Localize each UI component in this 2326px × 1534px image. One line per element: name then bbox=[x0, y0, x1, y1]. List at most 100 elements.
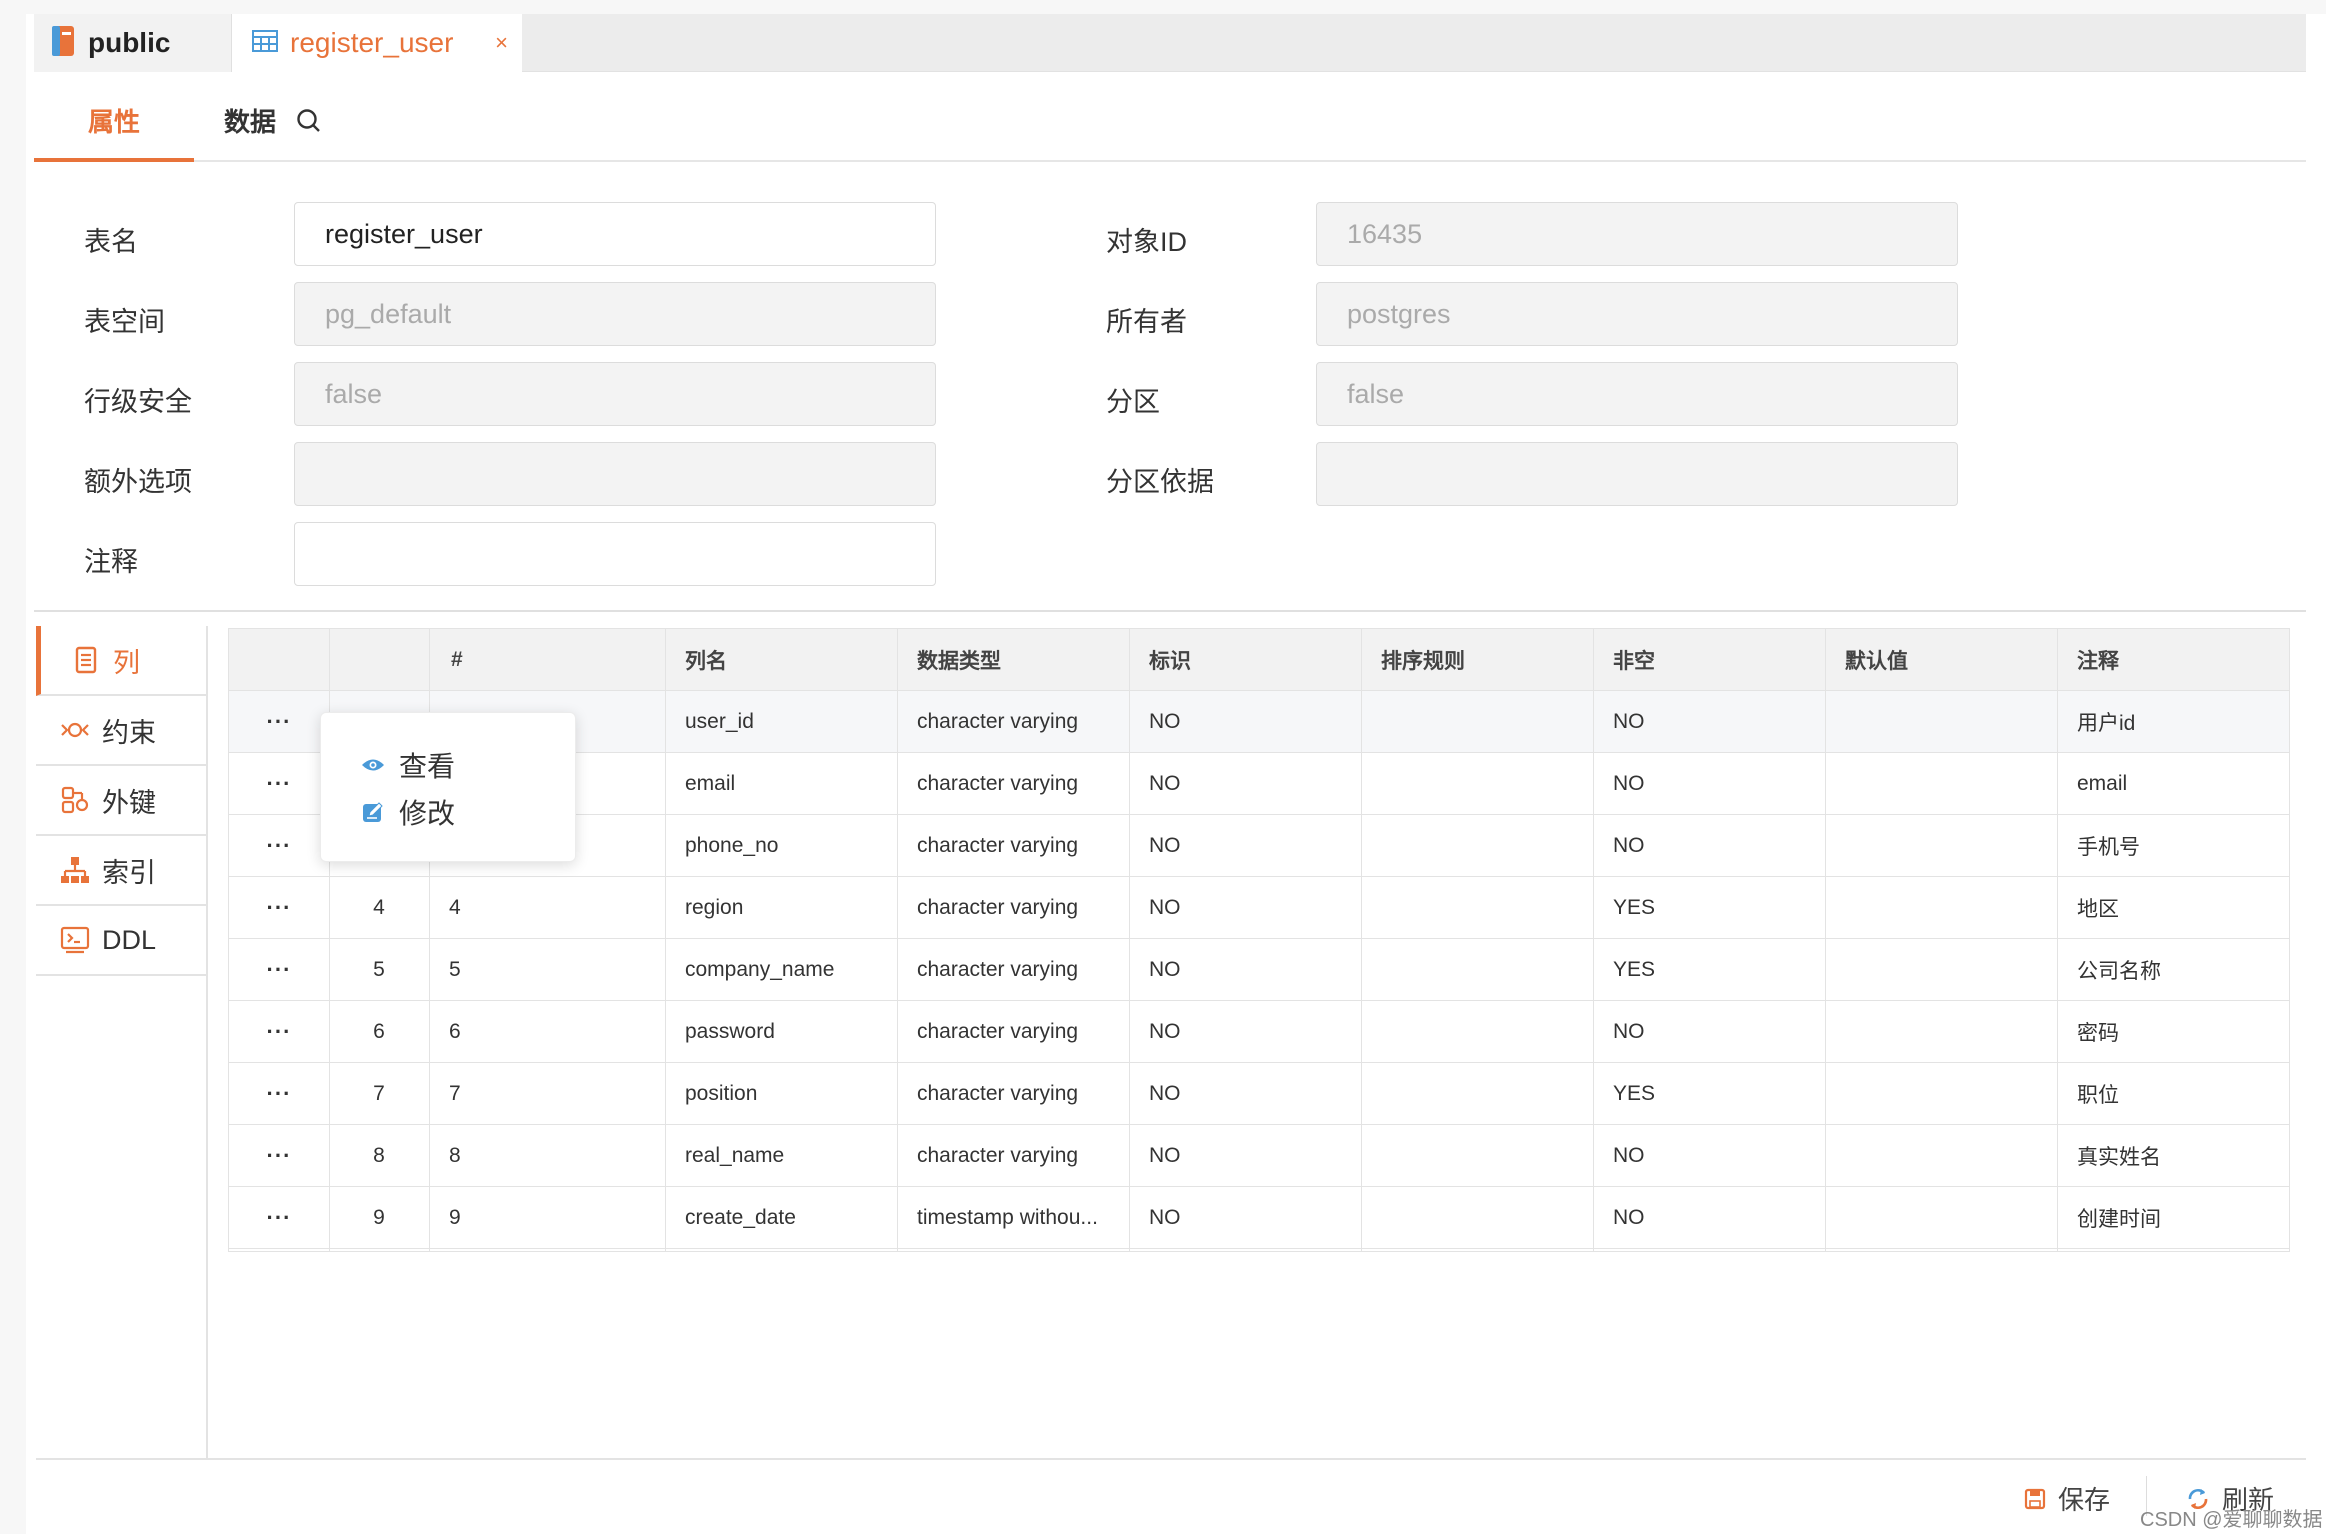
table-row[interactable]: ··· 4 4 region character varying NO YES 地区 bbox=[229, 877, 2289, 939]
row-index: 6 bbox=[373, 1020, 385, 1043]
cell-identity: NO bbox=[1149, 772, 1181, 795]
row-index: 9 bbox=[373, 1206, 385, 1229]
row-menu-button[interactable]: ··· bbox=[229, 691, 329, 753]
cell-not-null: YES bbox=[1613, 896, 1656, 919]
side-item-constraints[interactable]: 约束 bbox=[36, 696, 206, 766]
row-index: 7 bbox=[373, 1082, 385, 1105]
row-menu-button[interactable]: ··· bbox=[229, 1001, 329, 1063]
side-item-columns-label: 列 bbox=[113, 647, 140, 678]
row-menu-button[interactable]: ··· bbox=[229, 1187, 329, 1249]
list-icon bbox=[69, 643, 103, 677]
ddl-icon bbox=[58, 923, 92, 957]
cell-comment: 公司名称 bbox=[2077, 960, 2161, 983]
row-menu-button[interactable]: ··· bbox=[229, 1125, 329, 1187]
table-row[interactable]: ··· 7 7 position character varying NO YES 职位 bbox=[229, 1063, 2289, 1125]
col-divider bbox=[2057, 629, 2058, 1251]
partition-basis-input[interactable] bbox=[1316, 442, 1958, 506]
cell-data-type: character varying bbox=[917, 958, 1079, 981]
header-hash: # bbox=[451, 648, 463, 671]
table-header: # 列名 数据类型 标识 排序规则 非空 默认值 注释 bbox=[229, 629, 2289, 691]
header-not-null: 非空 bbox=[1613, 650, 1655, 673]
foreign-key-icon bbox=[58, 783, 92, 817]
col-divider bbox=[1825, 629, 1826, 1251]
row-menu-button[interactable]: ··· bbox=[229, 815, 329, 877]
tab-bar: public register_user × bbox=[34, 14, 2306, 72]
comment-input[interactable] bbox=[294, 522, 936, 586]
side-item-ddl-label: DDL bbox=[102, 924, 157, 955]
side-item-columns[interactable]: 列 bbox=[36, 626, 206, 696]
table-name-input[interactable]: register_user bbox=[294, 202, 936, 266]
side-item-ddl[interactable]: DDL bbox=[36, 906, 206, 976]
cell-position: 9 bbox=[449, 1206, 461, 1229]
tab-register-user[interactable]: register_user × bbox=[232, 14, 522, 72]
cell-collation bbox=[1361, 1125, 1593, 1187]
row-context-menu: 查看 修改 bbox=[320, 712, 576, 862]
row-security-label: 行级安全 bbox=[84, 387, 192, 417]
row-menu-button[interactable]: ··· bbox=[229, 753, 329, 815]
cell-collation bbox=[1361, 753, 1593, 815]
side-item-indexes[interactable]: 索引 bbox=[36, 836, 206, 906]
search-icon[interactable] bbox=[296, 108, 322, 139]
cell-comment: 创建时间 bbox=[2077, 1208, 2161, 1231]
side-item-foreign-keys[interactable]: 外键 bbox=[36, 766, 206, 836]
cell-column-name: password bbox=[685, 1020, 775, 1043]
sub-tab-bar: 属性 数据 bbox=[34, 72, 2306, 162]
cell-column-name: company_name bbox=[685, 958, 835, 981]
side-item-indexes-label: 索引 bbox=[102, 857, 156, 888]
tab-public[interactable]: public bbox=[34, 14, 232, 72]
save-button-label: 保存 bbox=[2058, 1485, 2111, 1515]
table-row[interactable]: ··· 5 5 company_name character varying NO YES 公… bbox=[229, 939, 2289, 1001]
partition-label: 分区 bbox=[1106, 387, 1160, 417]
cell-data-type: timestamp withou... bbox=[917, 1206, 1098, 1229]
cell-identity: NO bbox=[1149, 1144, 1181, 1167]
menu-item-view[interactable]: 查看 bbox=[361, 740, 455, 790]
cell-default bbox=[1825, 1001, 2057, 1063]
active-tab-indicator bbox=[34, 158, 194, 162]
header-identity: 标识 bbox=[1149, 650, 1191, 673]
cell-identity: NO bbox=[1149, 1020, 1181, 1043]
cell-identity: NO bbox=[1149, 1082, 1181, 1105]
tablespace-label: 表空间 bbox=[84, 307, 165, 337]
table-row[interactable]: ··· 8 8 real_name character varying NO NO 真实姓名 bbox=[229, 1125, 2289, 1187]
cell-default bbox=[1825, 815, 2057, 877]
cell-comment: 密码 bbox=[2077, 1022, 2119, 1045]
cell-not-null: YES bbox=[1613, 958, 1656, 981]
partition-input[interactable]: false bbox=[1316, 362, 1958, 426]
cell-column-name: user_id bbox=[685, 710, 754, 733]
tab-properties[interactable]: 属性 bbox=[88, 102, 140, 139]
row-menu-button[interactable]: ··· bbox=[229, 877, 329, 939]
row-security-input[interactable]: false bbox=[294, 362, 936, 426]
extra-options-input[interactable] bbox=[294, 442, 936, 506]
cell-comment: 地区 bbox=[2077, 898, 2119, 921]
cell-not-null: NO bbox=[1613, 834, 1645, 857]
cell-data-type: character varying bbox=[917, 772, 1079, 795]
cell-data-type: character varying bbox=[917, 1020, 1079, 1043]
save-button[interactable]: 保存 bbox=[2024, 1480, 2110, 1517]
extra-options-label: 额外选项 bbox=[84, 467, 192, 497]
cell-position: 6 bbox=[449, 1020, 461, 1043]
side-menu: 列 约束 外键 索引 DDL bbox=[36, 626, 208, 1458]
table-row[interactable]: ··· 9 9 create_date timestamp withou... NO NO 创… bbox=[229, 1187, 2289, 1249]
eye-icon bbox=[361, 757, 385, 773]
tab-data[interactable]: 数据 bbox=[224, 102, 276, 139]
header-default: 默认值 bbox=[1845, 650, 1908, 673]
tablespace-input[interactable]: pg_default bbox=[294, 282, 936, 346]
footer-divider bbox=[36, 1458, 2306, 1460]
object-id-input[interactable]: 16435 bbox=[1316, 202, 1958, 266]
cell-identity: NO bbox=[1149, 1206, 1181, 1229]
menu-item-edit[interactable]: 修改 bbox=[361, 787, 455, 837]
cell-collation bbox=[1361, 877, 1593, 939]
table-icon bbox=[252, 29, 278, 58]
cell-default bbox=[1825, 1063, 2057, 1125]
edit-icon bbox=[361, 800, 385, 824]
row-menu-button[interactable]: ··· bbox=[229, 1063, 329, 1125]
table-row[interactable]: ··· 6 6 password character varying NO NO 密码 bbox=[229, 1001, 2289, 1063]
cell-default bbox=[1825, 877, 2057, 939]
tab-register-user-label: register_user bbox=[290, 27, 454, 58]
cell-not-null: NO bbox=[1613, 772, 1645, 795]
row-menu-button[interactable]: ··· bbox=[229, 939, 329, 1001]
side-item-constraints-label: 约束 bbox=[102, 717, 156, 748]
db-icon bbox=[48, 24, 78, 63]
close-icon[interactable]: × bbox=[495, 30, 508, 56]
owner-input[interactable]: postgres bbox=[1316, 282, 1958, 346]
